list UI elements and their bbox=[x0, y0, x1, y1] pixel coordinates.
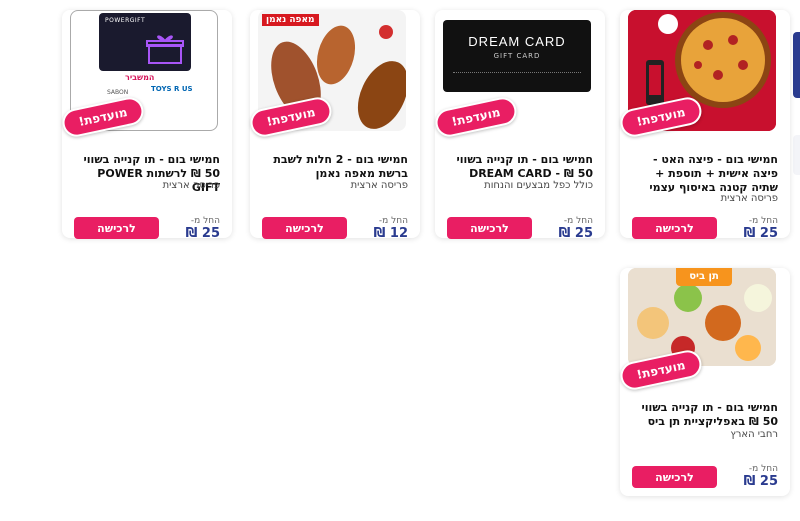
price-from-label: החל מ- bbox=[190, 216, 220, 226]
product-subtitle: רחבי הארץ bbox=[730, 429, 778, 440]
product-title: חמישי בום - 2 חלות לשבת ברשת מאפה נאמן bbox=[273, 153, 408, 180]
price-from-label: החל מ- bbox=[748, 216, 778, 226]
product-card-tenbis[interactable]: תן ביס מועדפת! חמישי בום - תו קנייה בשוו… bbox=[617, 268, 790, 496]
product-card-challah[interactable]: מאפה נאמן מועדפת! חמישי בום - 2 חלות לשב… bbox=[247, 10, 420, 241]
price-from-label: החל מ- bbox=[748, 464, 778, 474]
tenbis-tag: תן ביס bbox=[676, 268, 732, 286]
price-from-label: החל מ- bbox=[378, 216, 408, 226]
card-title: POWERGIFT bbox=[105, 17, 146, 24]
brand-logo: מאפה נאמן bbox=[262, 14, 319, 26]
product-image-tenbis: תן ביס bbox=[628, 268, 776, 366]
brand-logos-row bbox=[453, 72, 581, 83]
buy-button[interactable]: לרכישה bbox=[632, 466, 717, 488]
product-price: 25 ₪ bbox=[743, 226, 778, 241]
buy-button[interactable]: לרכישה bbox=[447, 217, 532, 239]
product-title: חמישי בום - תו קנייה בשווי 50 ₪ באפליקצי… bbox=[641, 401, 778, 428]
buy-button[interactable]: לרכישה bbox=[632, 217, 717, 239]
product-price: 25 ₪ bbox=[558, 226, 593, 241]
brand-logo-toysrus: TOYS R US bbox=[151, 85, 193, 93]
product-price: 12 ₪ bbox=[373, 226, 408, 241]
product-subtitle: פריסה ארצית bbox=[720, 193, 778, 204]
price-from-label: החל מ- bbox=[563, 216, 593, 226]
card-title: DREAM CARD bbox=[468, 34, 566, 49]
product-price: 25 ₪ bbox=[743, 474, 778, 489]
brand-logo-sabon: SABON bbox=[107, 89, 129, 96]
product-subtitle: פריסה ארצית bbox=[162, 180, 220, 191]
product-price: 25 ₪ bbox=[185, 226, 220, 241]
brand-logo-hamashbir: המשביר bbox=[125, 73, 155, 82]
gift-card-graphic: POWERGIFT bbox=[99, 13, 191, 71]
card-subtitle: GIFT CARD bbox=[493, 52, 541, 60]
buy-button[interactable]: לרכישה bbox=[262, 217, 347, 239]
side-nav-tab-secondary[interactable] bbox=[793, 135, 800, 175]
product-subtitle: כולל כפל מבצעים והנחות bbox=[484, 180, 593, 191]
gift-card-graphic: DREAM CARD GIFT CARD bbox=[443, 20, 591, 92]
product-card-dream-card[interactable]: DREAM CARD GIFT CARD מועדפת! חמישי בום -… bbox=[432, 10, 605, 241]
product-title: חמישי בום - תו קנייה בשווי 50 ₪ - DREAM … bbox=[456, 153, 593, 180]
buy-button[interactable]: לרכישה bbox=[74, 217, 159, 239]
gift-box-icon bbox=[146, 35, 184, 64]
product-card-power-gift[interactable]: POWERGIFT המשביר TOYS R US SABON מועדפת!… bbox=[59, 10, 232, 241]
product-title: חמישי בום - פיצה האט - פיצה אישית + תוספ… bbox=[649, 153, 778, 194]
side-nav-tab[interactable] bbox=[793, 32, 800, 98]
product-card-pizza-hut[interactable]: מועדפת! חמישי בום - פיצה האט - פיצה אישי… bbox=[617, 10, 790, 241]
product-subtitle: פריסה ארצית bbox=[350, 180, 408, 191]
